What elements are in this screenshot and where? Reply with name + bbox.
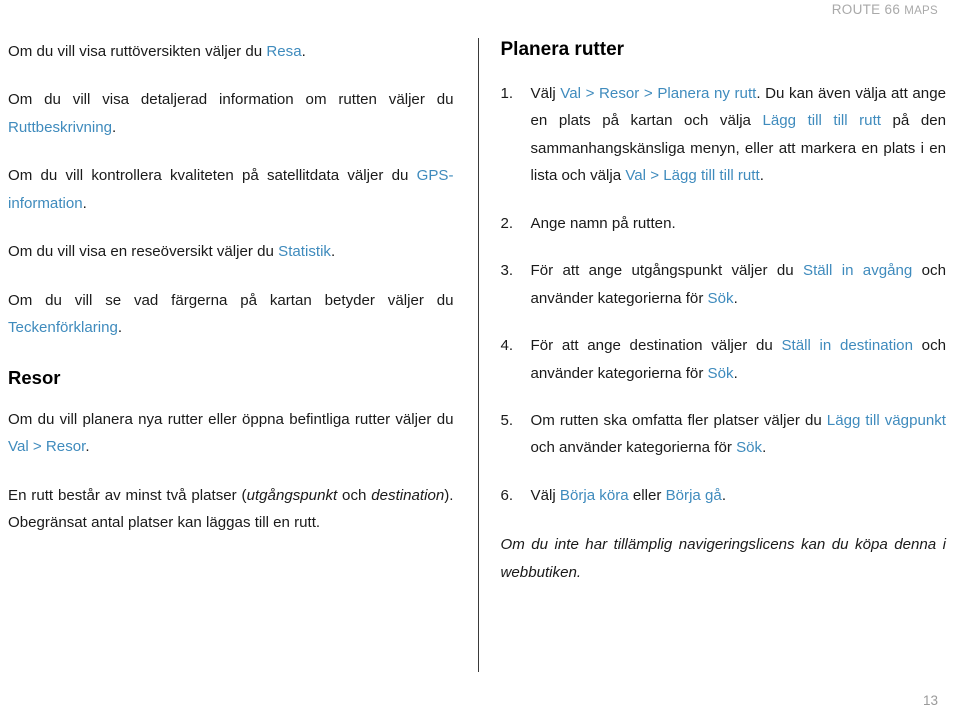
step-item-2: Ange namn på rutten. — [501, 210, 947, 238]
ui-reference-link[interactable]: Börja köra — [560, 487, 629, 504]
ui-reference-link[interactable]: Resa — [266, 43, 301, 60]
ui-reference-link[interactable]: Börja gå — [666, 487, 722, 504]
emphasised-term: destination — [371, 486, 445, 504]
ui-reference-link[interactable]: Ställ in destination — [781, 337, 913, 354]
section-heading-planera-rutter: Planera rutter — [500, 39, 625, 60]
text-run: Om rutten ska omfatta fler platser välje… — [530, 411, 827, 429]
text-run: Ange namn på rutten. — [530, 214, 676, 232]
p-teckenforklaring: Om du vill se vad färgerna på kartan bet… — [8, 287, 454, 342]
section-heading-resor: Resor — [8, 366, 61, 388]
text-run: . — [721, 486, 727, 504]
step-item-6: Välj Börja köra eller Börja gå. — [501, 482, 947, 510]
ui-reference-link[interactable]: Val > Lägg till till rutt — [625, 167, 759, 184]
text-run: Om du vill kontrollera kvaliteten på sat… — [8, 167, 417, 185]
ui-reference-link[interactable]: Statistik — [278, 243, 331, 260]
p-ruttoversikt: Om du vill visa ruttöversikten väljer du… — [8, 38, 454, 65]
left-column-intro-paragraphs: Om du vill visa ruttöversikten väljer du… — [8, 38, 454, 342]
p-statistik: Om du vill visa en reseöversikt väljer d… — [8, 238, 454, 265]
document-page: ROUTE 66 MAPS Om du vill visa ruttöversi… — [0, 0, 960, 716]
ui-reference-link[interactable]: Ruttbeskrivning — [8, 119, 112, 136]
text-run: . — [112, 118, 117, 136]
step-item-5: Om rutten ska omfatta fler platser välje… — [501, 407, 947, 462]
text-run: Välj — [530, 486, 560, 504]
ui-reference-link[interactable]: Sök — [708, 365, 734, 382]
text-run: . — [733, 289, 738, 307]
step-item-3: För att ange utgångspunkt väljer du Stäl… — [501, 257, 947, 312]
text-run: Om du vill planera nya rutter eller öppn… — [8, 410, 454, 428]
text-run: . — [759, 167, 764, 185]
numbered-steps-list: Välj Val > Resor > Planera ny rutt. Du k… — [501, 80, 947, 510]
ui-reference-link[interactable]: Lägg till vägpunkt — [827, 412, 946, 429]
text-run: En rutt består av minst två platser ( — [8, 486, 247, 504]
two-column-layout: Om du vill visa ruttöversikten väljer du… — [0, 38, 960, 672]
text-run: För att ange destination väljer du — [530, 337, 782, 355]
running-header: ROUTE 66 MAPS — [0, 2, 938, 17]
ui-reference-link[interactable]: Sök — [708, 290, 734, 307]
text-run: . — [762, 439, 767, 457]
running-header-brand: ROUTE 66 — [831, 2, 905, 17]
left-column-resor-paragraphs: Om du vill planera nya rutter eller öppn… — [8, 406, 454, 537]
emphasised-term: utgångspunkt — [246, 486, 338, 504]
p-en-rutt-bestar: En rutt består av minst två platser (utg… — [8, 482, 454, 537]
ui-reference-link[interactable]: Sök — [736, 439, 762, 456]
p-ruttbeskrivning: Om du vill visa detaljerad information o… — [8, 86, 454, 141]
p-planera-nya-rutter: Om du vill planera nya rutter eller öppn… — [8, 406, 454, 461]
page-number: 13 — [922, 693, 938, 708]
text-run: Om du vill visa ruttöversikten väljer du — [8, 43, 267, 60]
text-run: eller — [628, 486, 666, 504]
right-column: Planera rutter Välj Val > Resor > Planer… — [479, 38, 960, 586]
ui-reference-link[interactable]: Teckenförklaring — [8, 319, 118, 336]
step-item-1: Välj Val > Resor > Planera ny rutt. Du k… — [501, 80, 947, 190]
text-run: Om du vill se vad färgerna på kartan bet… — [8, 291, 454, 309]
text-run: Om du vill visa detaljerad information o… — [8, 91, 454, 109]
text-run: . — [82, 194, 87, 212]
p-gps-information: Om du vill kontrollera kvaliteten på sat… — [8, 162, 454, 217]
closing-note: Om du inte har tillämplig navigeringslic… — [500, 536, 947, 581]
text-run: och använder kategorierna för — [530, 439, 737, 457]
ui-reference-link[interactable]: Val > Resor — [8, 438, 85, 455]
text-run: och — [337, 486, 372, 504]
text-run: . — [330, 243, 336, 261]
text-run: Välj — [530, 84, 561, 102]
text-run: För att ange utgångspunkt väljer du — [530, 262, 804, 280]
step-item-4: För att ange destination väljer du Ställ… — [501, 332, 947, 387]
ui-reference-link[interactable]: Lägg till till rutt — [762, 112, 880, 129]
text-run: . — [85, 438, 90, 456]
text-run: . — [301, 43, 306, 60]
ui-reference-link[interactable]: Val > Resor > Planera ny rutt — [560, 85, 756, 102]
text-run: Om du vill visa en reseöversikt väljer d… — [8, 243, 279, 261]
ui-reference-link[interactable]: Ställ in avgång — [803, 262, 912, 279]
left-column: Om du vill visa ruttöversikten väljer du… — [0, 38, 478, 537]
text-run: . — [733, 364, 738, 382]
running-header-brand-smallcaps: MAPS — [904, 5, 938, 17]
text-run: . — [117, 319, 123, 337]
